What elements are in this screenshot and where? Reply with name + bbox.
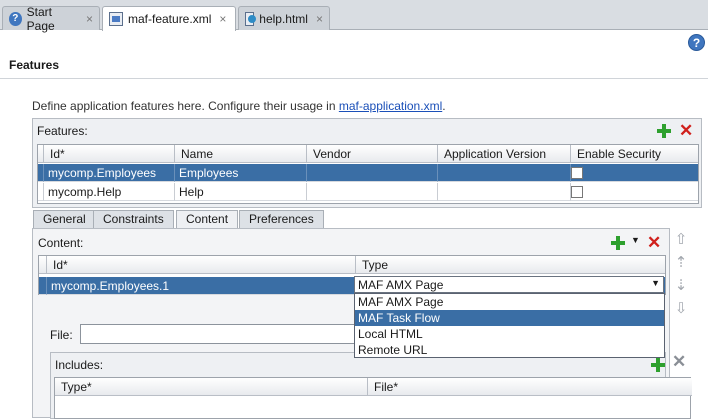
feature-security-cell	[571, 183, 698, 201]
maf-application-link[interactable]: maf-application.xml	[339, 99, 442, 113]
page-description: Define application features here. Config…	[32, 99, 446, 113]
feature-version-cell[interactable]	[438, 183, 571, 201]
add-feature-icon[interactable]	[657, 124, 671, 138]
features-label: Features:	[37, 124, 88, 138]
help-button[interactable]: ?	[688, 34, 705, 51]
column-header[interactable]: Name	[175, 145, 307, 163]
type-select-value: MAF AMX Page	[358, 278, 444, 292]
type-option[interactable]: MAF AMX Page	[355, 294, 664, 310]
editor-tab-strip: ? Start Page × maf-feature.xml × help.ht…	[0, 0, 708, 33]
column-header[interactable]: Vendor	[307, 145, 438, 163]
column-header[interactable]: File*	[368, 378, 692, 396]
move-down-icon[interactable]: ⇣	[673, 278, 689, 294]
close-icon[interactable]: ×	[219, 12, 226, 26]
tab-content[interactable]: Content	[176, 210, 239, 229]
feature-security-cell	[571, 164, 698, 182]
add-include-icon[interactable]	[651, 358, 665, 372]
tab-label: help.html	[259, 11, 308, 26]
tab-maf-feature-xml[interactable]: maf-feature.xml ×	[102, 6, 236, 31]
feature-id-cell[interactable]: mycomp.Employees	[44, 164, 175, 182]
tab-start-page[interactable]: ? Start Page ×	[2, 4, 100, 33]
chevron-down-icon[interactable]: ▼	[631, 235, 640, 245]
enable-security-checkbox[interactable]	[571, 167, 583, 179]
tab-preferences[interactable]: Preferences	[239, 210, 324, 228]
tab-label: Start Page	[26, 4, 55, 33]
feature-vendor-cell[interactable]	[307, 183, 438, 201]
row-marker	[39, 277, 47, 295]
file-input[interactable]	[80, 324, 364, 344]
tab-constraints[interactable]: Constraints	[93, 210, 174, 228]
features-panel: Features: ✕ Id* Name Vendor Application …	[32, 118, 702, 208]
divider	[0, 78, 708, 79]
type-select[interactable]: MAF AMX Page ▼	[354, 276, 664, 293]
includes-panel: Includes: Type* File*	[50, 352, 692, 419]
feature-id-cell[interactable]: mycomp.Help	[44, 183, 175, 201]
column-header[interactable]: Enable Security	[571, 145, 698, 163]
delete-feature-icon[interactable]: ✕	[679, 122, 693, 139]
includes-table: Type* File*	[54, 377, 692, 419]
includes-label: Includes:	[55, 358, 104, 372]
file-label: File:	[50, 328, 73, 342]
type-option[interactable]: MAF Task Flow	[355, 310, 664, 326]
feature-version-cell[interactable]	[438, 164, 571, 182]
help-icon: ?	[9, 11, 22, 26]
enable-security-checkbox[interactable]	[571, 186, 583, 198]
close-icon[interactable]: ×	[316, 12, 323, 26]
column-header[interactable]: Application Version	[438, 145, 571, 163]
feature-name-cell[interactable]: Help	[175, 183, 307, 201]
close-icon[interactable]: ×	[86, 12, 93, 26]
features-table: Id* Name Vendor Application Version Enab…	[37, 144, 699, 204]
description-suffix: .	[442, 99, 446, 113]
add-content-icon[interactable]	[611, 236, 625, 250]
column-header[interactable]: Type*	[55, 378, 368, 396]
column-header[interactable]: Id*	[44, 145, 175, 163]
delete-include-icon[interactable]: ✕	[672, 353, 686, 370]
column-header[interactable]: Type	[356, 256, 665, 274]
type-dropdown-list: MAF AMX Page MAF Task Flow Local HTML Re…	[354, 293, 665, 358]
content-id-cell[interactable]: mycomp.Employees.1	[47, 277, 356, 295]
move-to-top-icon[interactable]: ⇧	[673, 232, 689, 248]
tab-help-html[interactable]: help.html ×	[238, 6, 330, 30]
type-option[interactable]: Local HTML	[355, 326, 664, 342]
html-file-icon	[245, 11, 257, 26]
delete-content-icon[interactable]: ✕	[647, 234, 661, 251]
feature-name-cell[interactable]: Employees	[175, 164, 307, 182]
move-up-icon[interactable]: ⇡	[673, 255, 689, 271]
move-to-bottom-icon[interactable]: ⇩	[673, 301, 689, 317]
type-option[interactable]: Remote URL	[355, 342, 664, 358]
content-label: Content:	[38, 236, 84, 250]
xml-file-icon	[109, 12, 123, 26]
row-header-corner	[39, 256, 47, 274]
column-header[interactable]: Id*	[47, 256, 356, 274]
tab-general[interactable]: General	[33, 210, 96, 228]
description-text: Define application features here. Config…	[32, 99, 339, 113]
page-title: Features	[9, 58, 60, 72]
tab-label: maf-feature.xml	[128, 12, 212, 26]
chevron-down-icon[interactable]: ▼	[651, 278, 660, 288]
feature-vendor-cell[interactable]	[307, 164, 438, 182]
